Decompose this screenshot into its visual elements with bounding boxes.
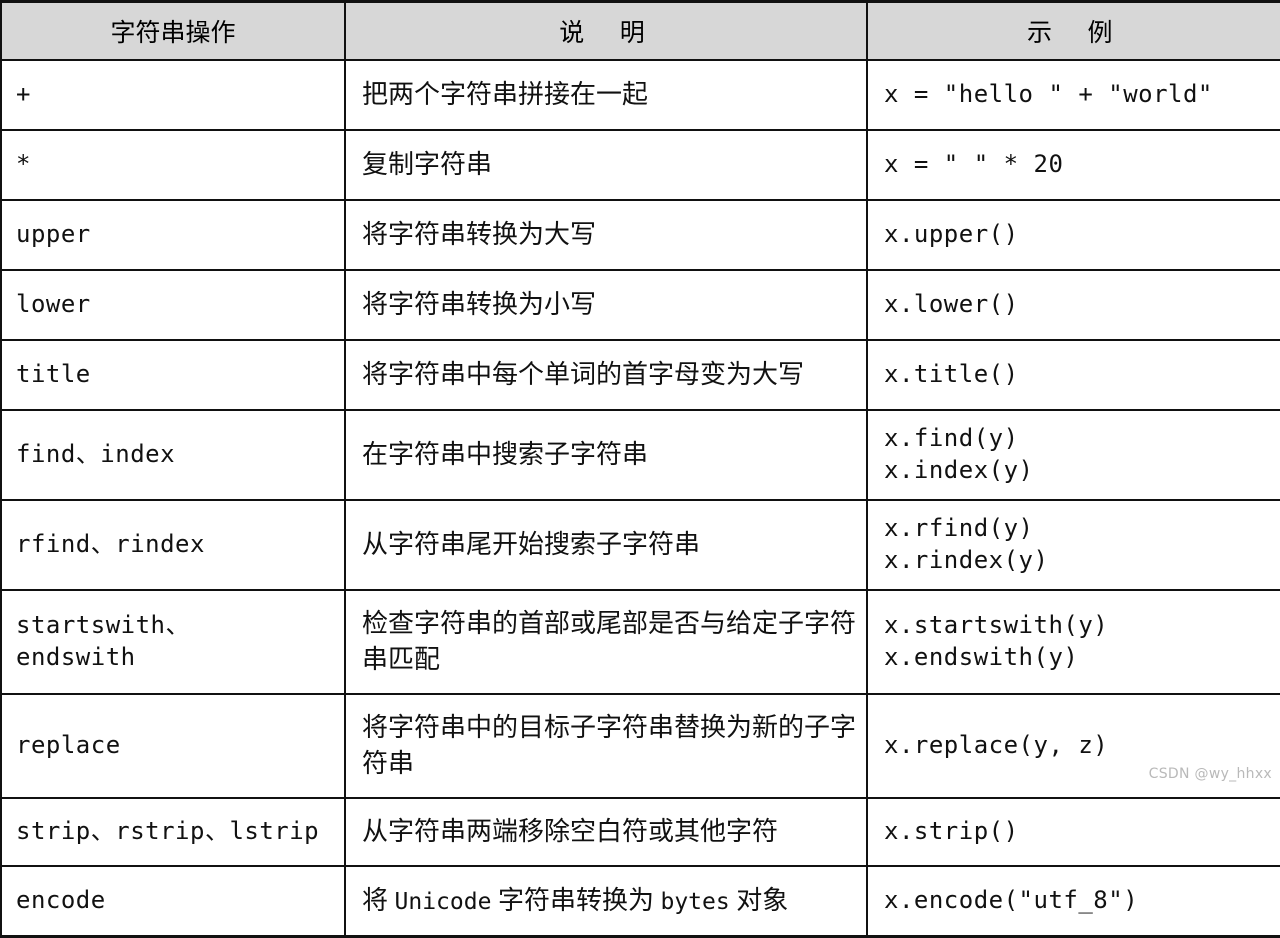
table-body: + 把两个字符串拼接在一起 x = "hello " + "world" * 复… xyxy=(0,60,1280,937)
cell-example: x.lower() xyxy=(867,270,1280,341)
table-header: 字符串操作 说 明 示 例 xyxy=(0,1,1280,61)
table-row: title 将字符串中每个单词的首字母变为大写 x.title() xyxy=(0,340,1280,411)
header-row: 字符串操作 说 明 示 例 xyxy=(0,1,1280,61)
cell-example: x.startswith(y) x.endswith(y) xyxy=(867,590,1280,695)
cell-operation: + xyxy=(0,60,346,131)
cell-description: 将字符串转换为大写 xyxy=(345,200,868,271)
cell-example: x.find(y) x.index(y) xyxy=(867,410,1280,501)
table-row: encode 将 Unicode 字符串转换为 bytes 对象 x.encod… xyxy=(0,866,1280,937)
cell-description: 在字符串中搜索子字符串 xyxy=(345,410,868,501)
cell-operation: replace xyxy=(0,694,346,799)
cell-example: x.rfind(y) x.rindex(y) xyxy=(867,500,1280,591)
cell-operation: strip、rstrip、lstrip xyxy=(0,798,346,867)
cell-description: 从字符串两端移除空白符或其他字符 xyxy=(345,798,868,867)
string-operations-table: 字符串操作 说 明 示 例 + 把两个字符串拼接在一起 x = "hello "… xyxy=(0,0,1280,938)
cell-description: 从字符串尾开始搜索子字符串 xyxy=(345,500,868,591)
table-row: upper 将字符串转换为大写 x.upper() xyxy=(0,200,1280,271)
column-header-operation: 字符串操作 xyxy=(0,1,346,61)
cell-example: x.upper() xyxy=(867,200,1280,271)
table-row: strip、rstrip、lstrip 从字符串两端移除空白符或其他字符 x.s… xyxy=(0,798,1280,867)
cell-example: x.replace(y, z) xyxy=(867,694,1280,799)
cell-operation: encode xyxy=(0,866,346,937)
table-row: * 复制字符串 x = " " * 20 xyxy=(0,130,1280,201)
table-row: lower 将字符串转换为小写 x.lower() xyxy=(0,270,1280,341)
column-header-example: 示 例 xyxy=(867,1,1280,61)
table-row: find、index 在字符串中搜索子字符串 x.find(y) x.index… xyxy=(0,410,1280,501)
cell-operation: startswith、 endswith xyxy=(0,590,346,695)
column-header-description: 说 明 xyxy=(345,1,868,61)
cell-operation: title xyxy=(0,340,346,411)
cell-operation: * xyxy=(0,130,346,201)
cell-example: x = "hello " + "world" xyxy=(867,60,1280,131)
cell-example: x.strip() xyxy=(867,798,1280,867)
table-row: startswith、 endswith 检查字符串的首部或尾部是否与给定子字符… xyxy=(0,590,1280,695)
cell-operation: find、index xyxy=(0,410,346,501)
cell-example: x.encode("utf_8") xyxy=(867,866,1280,937)
cell-description: 将 Unicode 字符串转换为 bytes 对象 xyxy=(345,866,868,937)
cell-description: 复制字符串 xyxy=(345,130,868,201)
cell-description: 检查字符串的首部或尾部是否与给定子字符串匹配 xyxy=(345,590,868,695)
table-row: rfind、rindex 从字符串尾开始搜索子字符串 x.rfind(y) x.… xyxy=(0,500,1280,591)
cell-description: 将字符串中每个单词的首字母变为大写 xyxy=(345,340,868,411)
cell-operation: lower xyxy=(0,270,346,341)
cell-example: x.title() xyxy=(867,340,1280,411)
cell-example: x = " " * 20 xyxy=(867,130,1280,201)
table-row: replace 将字符串中的目标子字符串替换为新的子字符串 x.replace(… xyxy=(0,694,1280,799)
cell-operation: upper xyxy=(0,200,346,271)
string-operations-table-container: 字符串操作 说 明 示 例 + 把两个字符串拼接在一起 x = "hello "… xyxy=(0,0,1280,938)
cell-operation: rfind、rindex xyxy=(0,500,346,591)
cell-description: 将字符串中的目标子字符串替换为新的子字符串 xyxy=(345,694,868,799)
cell-description: 将字符串转换为小写 xyxy=(345,270,868,341)
table-row: + 把两个字符串拼接在一起 x = "hello " + "world" xyxy=(0,60,1280,131)
cell-description: 把两个字符串拼接在一起 xyxy=(345,60,868,131)
